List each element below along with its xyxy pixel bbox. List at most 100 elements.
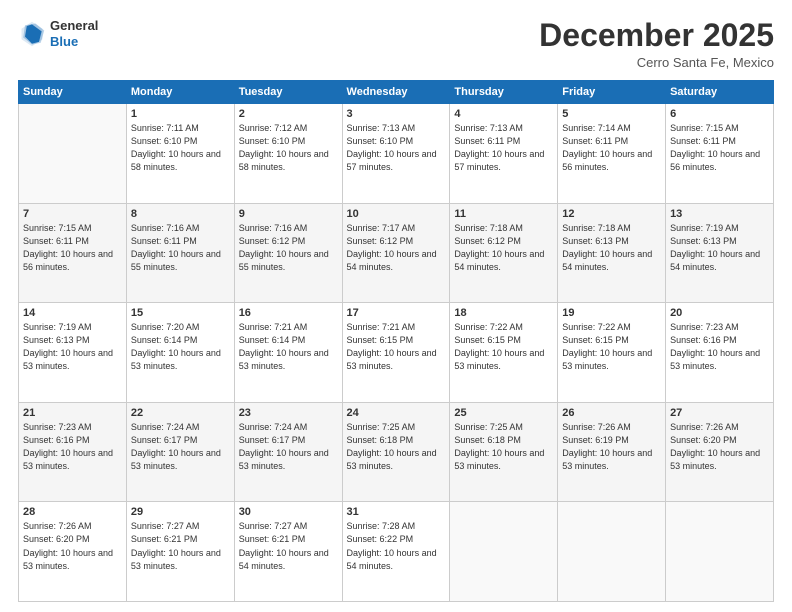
day-info: Sunrise: 7:21 AM Sunset: 6:14 PM Dayligh… [239,321,338,373]
sunset-label: Sunset: 6:15 PM [562,335,629,345]
calendar-cell [19,104,127,204]
day-number: 30 [239,506,338,518]
calendar-week-row: 21 Sunrise: 7:23 AM Sunset: 6:16 PM Dayl… [19,402,774,502]
sunset-label: Sunset: 6:16 PM [23,435,90,445]
sunset-label: Sunset: 6:14 PM [131,335,198,345]
day-number: 21 [23,407,122,419]
sunset-label: Sunset: 6:11 PM [454,136,520,146]
sunrise-label: Sunrise: 7:13 AM [347,123,416,133]
calendar-cell: 19 Sunrise: 7:22 AM Sunset: 6:15 PM Dayl… [558,303,666,403]
header: General Blue December 2025 Cerro Santa F… [18,18,774,70]
daylight-label: Daylight: 10 hours and 54 minutes. [347,249,437,272]
sunrise-label: Sunrise: 7:21 AM [239,322,308,332]
day-number: 16 [239,307,338,319]
day-info: Sunrise: 7:25 AM Sunset: 6:18 PM Dayligh… [454,421,553,473]
sunrise-label: Sunrise: 7:17 AM [347,223,416,233]
calendar-cell: 25 Sunrise: 7:25 AM Sunset: 6:18 PM Dayl… [450,402,558,502]
sunrise-label: Sunrise: 7:26 AM [562,422,631,432]
day-number: 11 [454,208,553,220]
day-number: 17 [347,307,446,319]
sunset-label: Sunset: 6:14 PM [239,335,306,345]
calendar-cell: 11 Sunrise: 7:18 AM Sunset: 6:12 PM Dayl… [450,203,558,303]
calendar-cell: 14 Sunrise: 7:19 AM Sunset: 6:13 PM Dayl… [19,303,127,403]
weekday-header: Saturday [666,81,774,104]
sunset-label: Sunset: 6:17 PM [131,435,198,445]
day-info: Sunrise: 7:23 AM Sunset: 6:16 PM Dayligh… [23,421,122,473]
logo-text: General Blue [50,18,98,49]
calendar-cell: 17 Sunrise: 7:21 AM Sunset: 6:15 PM Dayl… [342,303,450,403]
day-info: Sunrise: 7:11 AM Sunset: 6:10 PM Dayligh… [131,122,230,174]
day-number: 4 [454,108,553,120]
location: Cerro Santa Fe, Mexico [539,55,774,70]
sunset-label: Sunset: 6:20 PM [670,435,737,445]
day-info: Sunrise: 7:21 AM Sunset: 6:15 PM Dayligh… [347,321,446,373]
day-number: 25 [454,407,553,419]
sunset-label: Sunset: 6:16 PM [670,335,737,345]
sunrise-label: Sunrise: 7:20 AM [131,322,200,332]
sunrise-label: Sunrise: 7:23 AM [670,322,739,332]
calendar-cell: 16 Sunrise: 7:21 AM Sunset: 6:14 PM Dayl… [234,303,342,403]
sunrise-label: Sunrise: 7:12 AM [239,123,308,133]
sunrise-label: Sunrise: 7:25 AM [454,422,523,432]
day-info: Sunrise: 7:26 AM Sunset: 6:19 PM Dayligh… [562,421,661,473]
day-info: Sunrise: 7:19 AM Sunset: 6:13 PM Dayligh… [23,321,122,373]
sunrise-label: Sunrise: 7:26 AM [670,422,739,432]
sunset-label: Sunset: 6:11 PM [562,136,628,146]
day-number: 5 [562,108,661,120]
sunrise-label: Sunrise: 7:25 AM [347,422,416,432]
calendar-cell: 18 Sunrise: 7:22 AM Sunset: 6:15 PM Dayl… [450,303,558,403]
weekday-header: Sunday [19,81,127,104]
sunrise-label: Sunrise: 7:27 AM [239,521,308,531]
day-number: 26 [562,407,661,419]
daylight-label: Daylight: 10 hours and 55 minutes. [131,249,221,272]
weekday-header: Monday [126,81,234,104]
calendar-week-row: 14 Sunrise: 7:19 AM Sunset: 6:13 PM Dayl… [19,303,774,403]
logo-icon [18,20,46,48]
logo-blue: Blue [50,34,98,50]
calendar-cell: 29 Sunrise: 7:27 AM Sunset: 6:21 PM Dayl… [126,502,234,602]
calendar-cell: 2 Sunrise: 7:12 AM Sunset: 6:10 PM Dayli… [234,104,342,204]
calendar-cell: 5 Sunrise: 7:14 AM Sunset: 6:11 PM Dayli… [558,104,666,204]
daylight-label: Daylight: 10 hours and 53 minutes. [347,348,437,371]
daylight-label: Daylight: 10 hours and 53 minutes. [131,448,221,471]
daylight-label: Daylight: 10 hours and 53 minutes. [562,348,652,371]
weekday-header: Thursday [450,81,558,104]
sunset-label: Sunset: 6:13 PM [562,236,629,246]
daylight-label: Daylight: 10 hours and 56 minutes. [23,249,113,272]
sunrise-label: Sunrise: 7:16 AM [239,223,308,233]
daylight-label: Daylight: 10 hours and 54 minutes. [454,249,544,272]
calendar-cell [666,502,774,602]
sunset-label: Sunset: 6:18 PM [347,435,414,445]
sunset-label: Sunset: 6:20 PM [23,534,90,544]
weekday-header: Friday [558,81,666,104]
sunrise-label: Sunrise: 7:19 AM [670,223,739,233]
daylight-label: Daylight: 10 hours and 54 minutes. [670,249,760,272]
calendar-cell: 12 Sunrise: 7:18 AM Sunset: 6:13 PM Dayl… [558,203,666,303]
day-info: Sunrise: 7:24 AM Sunset: 6:17 PM Dayligh… [239,421,338,473]
sunrise-label: Sunrise: 7:15 AM [670,123,739,133]
sunrise-label: Sunrise: 7:16 AM [131,223,200,233]
calendar-cell [450,502,558,602]
day-number: 28 [23,506,122,518]
calendar-cell: 28 Sunrise: 7:26 AM Sunset: 6:20 PM Dayl… [19,502,127,602]
day-info: Sunrise: 7:17 AM Sunset: 6:12 PM Dayligh… [347,222,446,274]
day-number: 6 [670,108,769,120]
sunset-label: Sunset: 6:10 PM [239,136,306,146]
sunrise-label: Sunrise: 7:24 AM [131,422,200,432]
day-number: 19 [562,307,661,319]
calendar-cell: 15 Sunrise: 7:20 AM Sunset: 6:14 PM Dayl… [126,303,234,403]
sunset-label: Sunset: 6:22 PM [347,534,414,544]
sunrise-label: Sunrise: 7:23 AM [23,422,92,432]
day-info: Sunrise: 7:26 AM Sunset: 6:20 PM Dayligh… [670,421,769,473]
daylight-label: Daylight: 10 hours and 53 minutes. [23,448,113,471]
day-number: 10 [347,208,446,220]
daylight-label: Daylight: 10 hours and 53 minutes. [347,448,437,471]
day-number: 18 [454,307,553,319]
daylight-label: Daylight: 10 hours and 53 minutes. [23,348,113,371]
day-number: 1 [131,108,230,120]
daylight-label: Daylight: 10 hours and 53 minutes. [239,348,329,371]
daylight-label: Daylight: 10 hours and 53 minutes. [454,348,544,371]
calendar-cell: 4 Sunrise: 7:13 AM Sunset: 6:11 PM Dayli… [450,104,558,204]
day-info: Sunrise: 7:13 AM Sunset: 6:10 PM Dayligh… [347,122,446,174]
calendar-cell: 8 Sunrise: 7:16 AM Sunset: 6:11 PM Dayli… [126,203,234,303]
